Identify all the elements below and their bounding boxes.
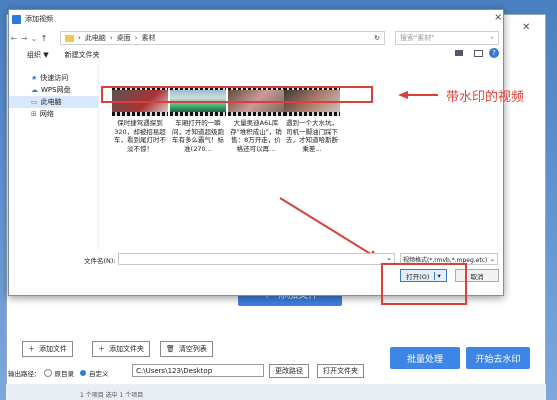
annotation-label: 带水印的视频 xyxy=(446,90,525,105)
annotation-arrow-diagonal xyxy=(279,197,375,257)
filename-label: 文件名(N): xyxy=(84,257,116,265)
annotation-rectangle-open xyxy=(381,263,467,305)
chevron-down-icon: ⌄ xyxy=(489,255,495,263)
annotation-arrowhead xyxy=(398,91,408,99)
annotation-arrows xyxy=(279,91,438,260)
chevron-down-icon[interactable]: ⌄ xyxy=(386,254,392,262)
filename-field[interactable]: ⌄ xyxy=(118,253,395,265)
